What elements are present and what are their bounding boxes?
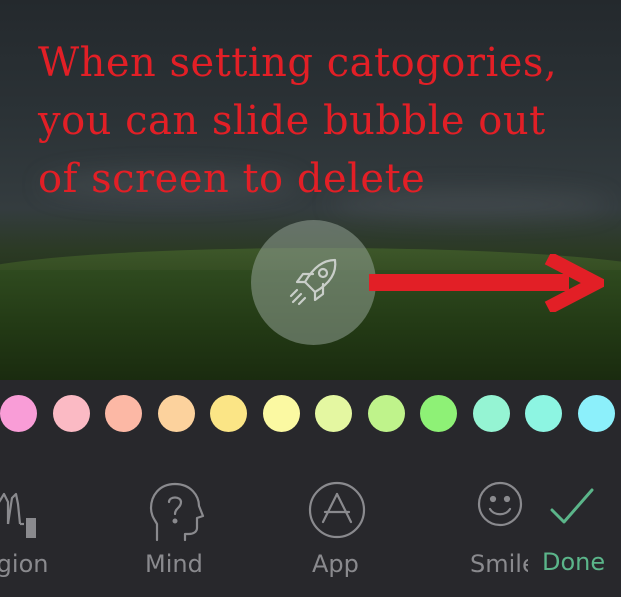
category-smile[interactable]: Smile <box>470 470 528 597</box>
color-swatch[interactable] <box>158 395 195 432</box>
instruction-annotation: When setting catogories, you can slide b… <box>38 34 613 208</box>
color-swatch[interactable] <box>473 395 510 432</box>
annotation-line: you can slide bubble out <box>38 98 546 144</box>
annotation-line: of screen to delete <box>38 156 426 202</box>
category-picker: igion Mind App Smile Done <box>0 470 621 597</box>
color-swatch[interactable] <box>315 395 352 432</box>
head-question-icon <box>149 482 205 542</box>
smiley-icon <box>477 481 523 527</box>
done-label: Done <box>542 548 606 576</box>
praying-hands-icon <box>0 492 36 538</box>
color-palette <box>0 395 621 435</box>
category-label: Mind <box>145 550 203 578</box>
color-swatch[interactable] <box>368 395 405 432</box>
category-bubble[interactable] <box>251 220 376 345</box>
color-swatch[interactable] <box>578 395 615 432</box>
annotation-line: When setting catogories, <box>38 40 558 86</box>
swipe-arrow-head <box>544 254 604 312</box>
category-label: igion <box>0 550 49 578</box>
category-label: Smile <box>470 550 528 578</box>
rocket-icon <box>289 258 336 305</box>
checkmark-icon <box>550 488 594 524</box>
category-religion[interactable]: igion <box>0 470 70 597</box>
category-mind[interactable]: Mind <box>142 470 212 597</box>
color-swatch[interactable] <box>420 395 457 432</box>
color-swatch[interactable] <box>0 395 37 432</box>
category-app[interactable]: App <box>305 470 375 597</box>
color-swatch[interactable] <box>525 395 562 432</box>
color-swatch[interactable] <box>53 395 90 432</box>
color-swatch[interactable] <box>210 395 247 432</box>
color-swatch[interactable] <box>263 395 300 432</box>
swipe-arrow-shaft <box>369 274 569 291</box>
app-store-icon <box>308 481 366 539</box>
category-label: App <box>312 550 359 578</box>
done-button[interactable]: Done <box>530 470 621 597</box>
color-swatch[interactable] <box>105 395 142 432</box>
